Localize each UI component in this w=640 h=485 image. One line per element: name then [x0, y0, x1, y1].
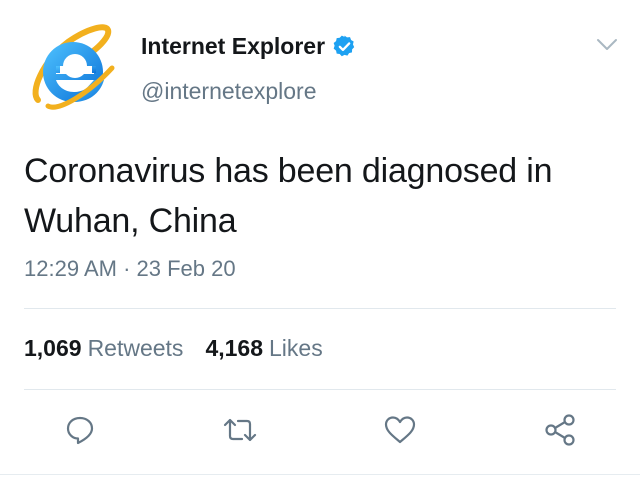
- likes-stat[interactable]: 4,168 Likes: [205, 335, 322, 362]
- retweets-stat[interactable]: 1,069 Retweets: [24, 335, 183, 362]
- likes-count: 4,168: [205, 335, 263, 361]
- retweet-icon: [223, 418, 257, 442]
- divider: [0, 474, 640, 475]
- like-button[interactable]: [380, 410, 420, 450]
- share-icon: [545, 414, 575, 446]
- divider: [24, 308, 616, 309]
- tweet-timestamp[interactable]: 12:29 AM · 23 Feb 20: [24, 256, 236, 282]
- reply-icon: [66, 416, 94, 445]
- retweet-button[interactable]: [220, 410, 260, 450]
- tweet-stats: 1,069 Retweets 4,168 Likes: [24, 335, 323, 362]
- retweets-label: Retweets: [87, 335, 184, 361]
- user-handle[interactable]: @internetexplore: [141, 78, 317, 105]
- like-icon: [384, 416, 416, 444]
- likes-label: Likes: [269, 335, 323, 361]
- display-name[interactable]: Internet Explorer: [141, 33, 325, 60]
- divider: [24, 389, 616, 390]
- tweet-text: Coronavirus has been diagnosed in Wuhan,…: [24, 152, 553, 240]
- tweet-card: Internet Explorer @internetexplore Coron…: [0, 0, 640, 485]
- avatar[interactable]: [28, 22, 118, 112]
- share-button[interactable]: [540, 410, 580, 450]
- reply-button[interactable]: [60, 410, 100, 450]
- chevron-down-icon[interactable]: [596, 38, 618, 52]
- verified-badge-icon: [332, 34, 357, 59]
- name-row: Internet Explorer: [141, 33, 357, 60]
- retweets-count: 1,069: [24, 335, 82, 361]
- internet-explorer-logo-icon: [32, 24, 115, 110]
